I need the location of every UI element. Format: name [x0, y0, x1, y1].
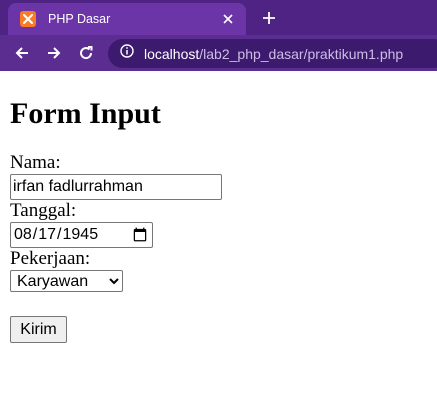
tab-strip: PHP Dasar [0, 0, 437, 35]
url-path: /lab2_php_dasar/praktikum1.php [199, 45, 404, 62]
page-title: Form Input [10, 97, 161, 130]
tab-title: PHP Dasar [48, 12, 111, 26]
pekerjaan-label: Pekerjaan: [10, 248, 91, 269]
address-bar[interactable]: localhost/lab2_php_dasar/praktikum1.php [108, 39, 437, 68]
nama-input[interactable] [10, 174, 222, 200]
forward-arrow-icon[interactable] [44, 43, 64, 63]
kirim-button[interactable]: Kirim [10, 316, 67, 343]
info-icon[interactable] [120, 44, 134, 63]
url-host: localhost [144, 45, 200, 62]
close-tab-icon[interactable] [220, 11, 236, 27]
browser-toolbar: localhost/lab2_php_dasar/praktikum1.php [0, 35, 437, 71]
nama-label: Nama: [10, 152, 61, 173]
tanggal-date-input[interactable] [10, 222, 153, 248]
reload-icon[interactable] [76, 43, 96, 63]
pekerjaan-select[interactable]: Karyawan [10, 270, 123, 292]
browser-chrome: PHP Dasar localhost/lab2_php_dasar/prakt… [0, 0, 437, 71]
new-tab-icon[interactable] [260, 9, 278, 27]
url-text: localhost/lab2_php_dasar/praktikum1.php [144, 46, 403, 62]
browser-tab[interactable]: PHP Dasar [8, 3, 246, 35]
page-content: Form Input Nama: Tanggal: Pekerjaan: Kar… [0, 96, 437, 343]
back-arrow-icon[interactable] [12, 43, 32, 63]
input-form: Nama: Tanggal: Pekerjaan: Karyawan Kirim [10, 152, 427, 343]
tanggal-label: Tanggal: [10, 200, 77, 221]
xampp-favicon-icon [20, 11, 36, 27]
